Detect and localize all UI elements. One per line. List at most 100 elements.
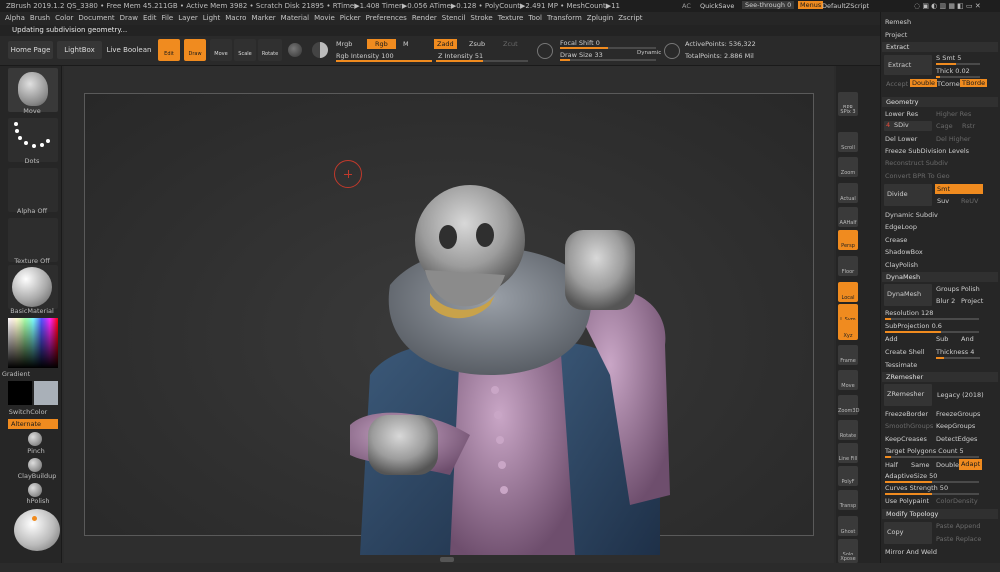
half-button[interactable]: Half xyxy=(885,460,898,470)
m-button[interactable]: M xyxy=(403,40,409,48)
cage-button[interactable]: Cage xyxy=(936,121,953,131)
smt-toggle[interactable]: Smt xyxy=(935,184,983,194)
freezeborder-toggle[interactable]: FreezeBorder xyxy=(885,409,928,419)
tray-transp-icon[interactable]: Transp xyxy=(838,490,858,510)
double-button[interactable]: Double xyxy=(936,460,959,470)
rgb-intensity-track[interactable] xyxy=(336,60,432,62)
modify-topology-section[interactable]: Modify Topology xyxy=(882,509,998,519)
polish-toggle[interactable]: Polish xyxy=(961,284,980,294)
claypolish-button[interactable]: ClayPolish xyxy=(885,260,918,270)
menu-item-color[interactable]: Color xyxy=(55,14,73,22)
color-picker[interactable] xyxy=(8,318,58,368)
draw-size-slider[interactable]: Draw Size 33 xyxy=(560,51,603,59)
mirror-and-weld-button[interactable]: Mirror And Weld xyxy=(885,547,937,557)
del-lower-button[interactable]: Del Lower xyxy=(885,134,917,144)
default-zscript-button[interactable]: DefaultZScript xyxy=(822,2,869,10)
thick-track[interactable] xyxy=(936,76,980,78)
ac-label[interactable]: AC xyxy=(682,2,691,10)
menu-item-stencil[interactable]: Stencil xyxy=(442,14,466,22)
dynamic-subdiv-button[interactable]: Dynamic Subdiv xyxy=(885,210,938,220)
menu-item-brush[interactable]: Brush xyxy=(30,14,50,22)
alternate-button[interactable]: Alternate xyxy=(8,419,58,429)
crease-button[interactable]: Crease xyxy=(885,235,907,245)
menus-toggle[interactable]: Menus xyxy=(798,1,824,9)
same-button[interactable]: Same xyxy=(911,460,929,470)
lightbox-button[interactable]: LightBox xyxy=(57,41,102,59)
menu-item-draw[interactable]: Draw xyxy=(120,14,138,22)
keepcreases-toggle[interactable]: KeepCreases xyxy=(885,434,927,444)
menu-item-texture[interactable]: Texture xyxy=(498,14,524,22)
curves-strength-slider[interactable]: Curves Strength 50 xyxy=(885,483,948,493)
detectedges-toggle[interactable]: DetectEdges xyxy=(936,434,977,444)
copy-button[interactable]: Copy xyxy=(884,522,932,544)
legacy-toggle[interactable]: Legacy (2018) xyxy=(937,390,984,400)
sdiv-slider[interactable]: 4 SDiv xyxy=(884,121,932,131)
s-smt-slider[interactable]: S Smt 5 xyxy=(936,54,961,62)
quicksave-button[interactable]: QuickSave xyxy=(700,2,734,10)
rgb-intensity-slider[interactable]: Rgb Intensity 100 xyxy=(336,52,394,60)
menu-item-picker[interactable]: Picker xyxy=(340,14,361,22)
project-button[interactable]: Project xyxy=(885,30,907,40)
del-higher-button[interactable]: Del Higher xyxy=(936,134,971,144)
tray-polyf-icon[interactable]: PolyF xyxy=(838,466,858,486)
zremesher-section[interactable]: ZRemesher xyxy=(882,372,998,382)
scale-mode-button[interactable]: Scale xyxy=(234,39,256,61)
menu-item-render[interactable]: Render xyxy=(412,14,437,22)
reconstruct-subdiv-button[interactable]: Reconstruct Subdiv xyxy=(885,158,948,168)
menu-item-tool[interactable]: Tool xyxy=(528,14,542,22)
use-polypaint-toggle[interactable]: Use Polypaint xyxy=(885,496,929,506)
create-shell-button[interactable]: Create Shell xyxy=(885,347,925,357)
mrgb-button[interactable]: Mrgb xyxy=(336,40,352,48)
rstr-button[interactable]: Rstr xyxy=(962,121,975,131)
menu-item-preferences[interactable]: Preferences xyxy=(366,14,407,22)
rgb-button[interactable]: Rgb xyxy=(367,39,396,49)
colordensity-slider[interactable]: ColorDensity xyxy=(936,496,978,506)
zadd-button[interactable]: Zadd xyxy=(434,39,457,49)
menu-item-alpha[interactable]: Alpha xyxy=(5,14,25,22)
convert-bpr-button[interactable]: Convert BPR To Geo xyxy=(885,171,950,181)
tray-persp-icon[interactable]: Persp xyxy=(838,230,858,250)
menu-item-marker[interactable]: Marker xyxy=(251,14,275,22)
paste-append-button[interactable]: Paste Append xyxy=(936,521,981,531)
pinch-brush-icon[interactable] xyxy=(28,432,42,446)
curves-strength-track[interactable] xyxy=(885,493,979,495)
tray-xpose-icon[interactable]: Xpose xyxy=(838,555,858,563)
target-polygons-track[interactable] xyxy=(885,456,979,458)
shadowbox-button[interactable]: ShadowBox xyxy=(885,247,923,257)
tray-ghost-icon[interactable]: Ghost xyxy=(838,516,858,536)
accept-button[interactable]: Accept xyxy=(886,80,908,88)
menu-item-material[interactable]: Material xyxy=(281,14,309,22)
freezegroups-toggle[interactable]: FreezeGroups xyxy=(936,409,980,419)
subprojection-slider[interactable]: SubProjection 0.6 xyxy=(885,321,942,331)
divide-button[interactable]: Divide xyxy=(884,184,932,206)
menu-item-layer[interactable]: Layer xyxy=(178,14,198,22)
keepgroups-toggle[interactable]: KeepGroups xyxy=(936,421,975,431)
menu-item-light[interactable]: Light xyxy=(203,14,220,22)
menu-item-edit[interactable]: Edit xyxy=(143,14,157,22)
home-page-button[interactable]: Home Page xyxy=(8,41,53,59)
tray-floor-icon[interactable]: Floor xyxy=(838,256,858,276)
extract-section[interactable]: Extract xyxy=(882,42,998,52)
subprojection-track[interactable] xyxy=(885,331,979,333)
menu-item-macro[interactable]: Macro xyxy=(225,14,246,22)
resolution-track[interactable] xyxy=(885,318,979,320)
tray-frame-icon[interactable]: Frame xyxy=(838,345,858,365)
s-smt-track[interactable] xyxy=(936,63,980,65)
zsub-button[interactable]: Zsub xyxy=(469,40,485,48)
tray-actual-icon[interactable]: Actual xyxy=(838,183,858,203)
dynamesh-section[interactable]: DynaMesh xyxy=(882,272,998,282)
edgeloop-button[interactable]: EdgeLoop xyxy=(885,222,917,232)
tessimate-button[interactable]: Tessimate xyxy=(885,360,917,370)
menu-item-zscript[interactable]: Zscript xyxy=(618,14,642,22)
tray-zoom3d-icon[interactable]: Zoom3D xyxy=(838,395,859,415)
resolution-slider[interactable]: Resolution 128 xyxy=(885,308,933,318)
tray-scroll-icon[interactable]: Scroll xyxy=(838,132,858,152)
menu-item-transform[interactable]: Transform xyxy=(547,14,582,22)
live-boolean-button[interactable]: Live Boolean xyxy=(106,41,152,59)
smoothgroups-slider[interactable]: SmoothGroups xyxy=(885,421,933,431)
zremesher-button[interactable]: ZRemesher xyxy=(884,384,932,406)
focal-shift-slider[interactable]: Focal Shift 0 xyxy=(560,39,600,47)
paste-replace-button[interactable]: Paste Replace xyxy=(936,534,981,544)
draw-size-track[interactable] xyxy=(560,59,656,61)
suv-toggle[interactable]: Suv xyxy=(937,196,949,206)
